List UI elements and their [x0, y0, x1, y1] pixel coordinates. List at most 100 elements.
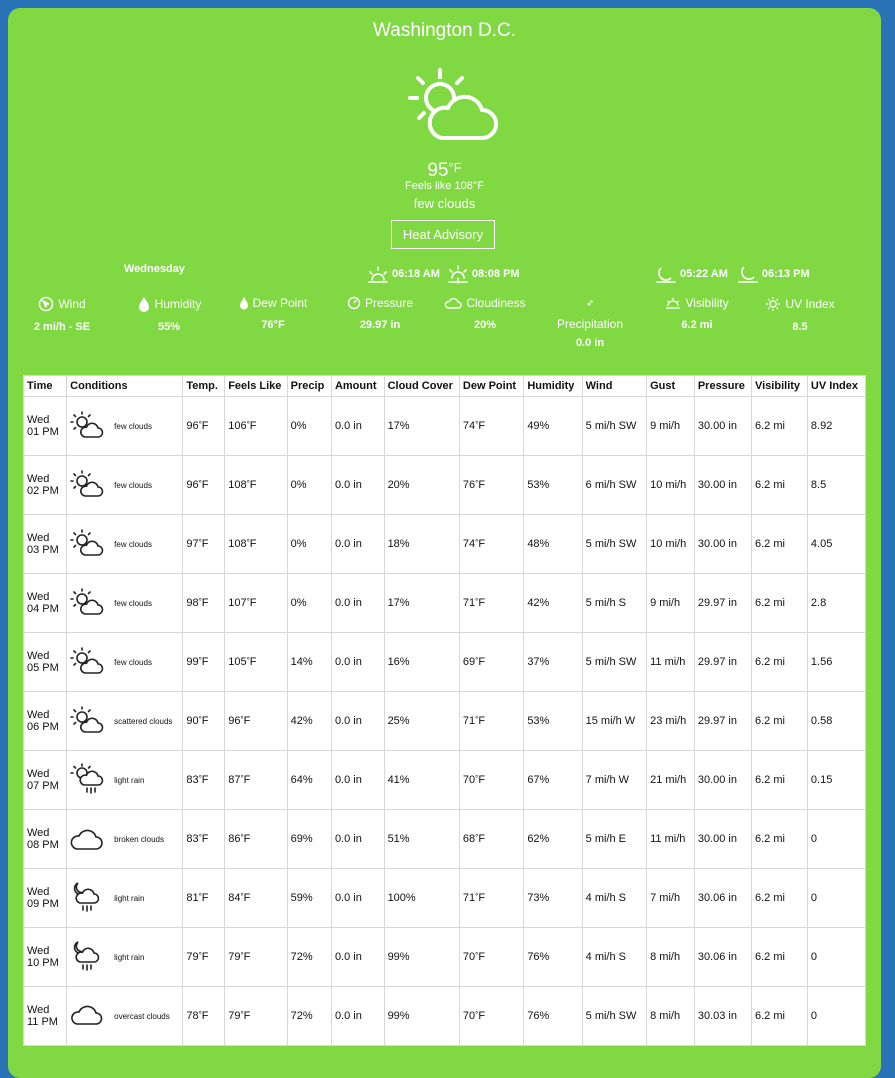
visibility-cell: 6.2 mi [751, 750, 808, 810]
wind-cell: 15 mi/h W [581, 691, 648, 751]
humidity-cell: 53% [523, 691, 583, 751]
stat-cloudiness: Cloudiness 20% [440, 296, 530, 331]
dew-point-cell: 76°F [458, 455, 525, 515]
temp-cell: 96°F [182, 455, 226, 515]
dew-point-cell: 74°F [458, 396, 525, 456]
temp-cell: 83°F [182, 809, 226, 869]
header-amount: Amount [330, 375, 385, 397]
feels-like-cell: 108°F [224, 455, 288, 515]
time-cell: Wed 07 PM [22, 750, 68, 810]
humidity-cell: 73% [523, 868, 583, 928]
stat-pressure: Pressure 29.97 in [340, 296, 420, 331]
heat-advisory-button[interactable]: Heat Advisory [391, 220, 495, 249]
humidity-cell: 53% [523, 455, 583, 515]
precip-cell: 14% [286, 632, 332, 692]
table-row: Wed 04 PM few clouds 98°F 107°F 0% 0.0 in 17% 71… [22, 573, 867, 633]
pressure-cell: 30.00 in [693, 396, 753, 456]
amount-cell: 0.0 in [330, 514, 385, 574]
table-row: Wed 09 PM light rain 81°F 84°F 59% 0.0 in 100% 7… [22, 868, 867, 928]
precip-cell: 0% [286, 514, 332, 574]
partly-cloudy-icon [70, 411, 104, 441]
visibility-cell: 6.2 mi [751, 514, 808, 574]
wind-cell: 5 mi/h SW [581, 632, 648, 692]
pressure-cell: 30.00 in [693, 455, 753, 515]
stat-precipitation: Precipitation 0.0 in [548, 296, 632, 349]
stat-visibility: Visibility 6.2 mi [656, 296, 738, 331]
gust-cell: 8 mi/h [646, 927, 695, 987]
table-row: Wed 01 PM few clouds 96°F 106°F 0% 0.0 in 17% 74… [22, 396, 867, 456]
cloud-cover-cell: 20% [383, 455, 460, 515]
precip-cell: 72% [286, 986, 332, 1046]
moon-rain-icon [70, 940, 104, 974]
conditions-cell: overcast clouds [66, 986, 184, 1046]
time-cell: Wed 09 PM [22, 868, 68, 928]
table-header-row: Time Conditions Temp. Feels Like Precip Amoun… [22, 375, 867, 397]
table-row: Wed 08 PM broken clouds 83°F 86°F 69% 0.0 in 51… [22, 809, 867, 869]
wind-cell: 6 mi/h SW [581, 455, 648, 515]
cloud-icon [70, 824, 104, 854]
droplet-icon [239, 297, 248, 310]
table-row: Wed 10 PM light rain 79°F 79°F 72% 0.0 in 99% 70… [22, 927, 867, 987]
wind-cell: 7 mi/h W [581, 750, 648, 810]
time-cell: Wed 10 PM [22, 927, 68, 987]
uv-index-cell: 0 [806, 986, 867, 1046]
visibility-cell: 6.2 mi [751, 632, 808, 692]
precip-cell: 64% [286, 750, 332, 810]
day-name: Wednesday [124, 263, 185, 275]
amount-cell: 0.0 in [330, 396, 385, 456]
partly-cloudy-icon [70, 470, 104, 500]
feels-like-cell: 106°F [224, 396, 288, 456]
table-row: Wed 02 PM few clouds 96°F 108°F 0% 0.0 in 20% 76… [22, 455, 867, 515]
cloud-cover-cell: 17% [383, 396, 460, 456]
moon-rain-icon [70, 881, 104, 915]
cloud-cover-cell: 51% [383, 809, 460, 869]
uv-index-cell: 8.5 [806, 455, 867, 515]
sun-times: 06:18 AM 08:08 PM [367, 264, 520, 284]
sunset-time: 08:08 PM [471, 268, 520, 280]
partly-cloudy-icon [70, 706, 104, 736]
time-cell: Wed 11 PM [22, 986, 68, 1046]
pressure-cell: 30.03 in [693, 986, 753, 1046]
feels-like-cell: 96°F [224, 691, 288, 751]
conditions-cell: scattered clouds [66, 691, 184, 751]
temp-cell: 81°F [182, 868, 226, 928]
humidity-cell: 76% [523, 986, 583, 1046]
visibility-value: 6.2 mi [681, 319, 713, 331]
dew-point-cell: 70°F [458, 750, 525, 810]
precip-cell: 69% [286, 809, 332, 869]
sunset-icon [448, 265, 468, 284]
table-row: Wed 05 PM few clouds 99°F 105°F 14% 0.0 in 16% 6… [22, 632, 867, 692]
conditions-cell: few clouds [66, 455, 184, 515]
moonrise-time: 05:22 AM [680, 268, 728, 280]
conditions-cell: light rain [66, 750, 184, 810]
visibility-icon [666, 298, 681, 309]
visibility-cell: 6.2 mi [751, 809, 808, 869]
cloud-cover-cell: 99% [383, 927, 460, 987]
pressure-cell: 30.00 in [693, 514, 753, 574]
precip-cell: 42% [286, 691, 332, 751]
pressure-value: 29.97 in [359, 319, 401, 331]
precipitation-value: 0.0 in [575, 337, 605, 349]
gauge-icon [347, 296, 361, 310]
humidity-cell: 76% [523, 927, 583, 987]
hourly-forecast-table: Time Conditions Temp. Feels Like Precip Amoun… [22, 375, 867, 1046]
pressure-cell: 30.06 in [693, 868, 753, 928]
precip-cell: 0% [286, 455, 332, 515]
dew-point-cell: 71°F [458, 691, 525, 751]
gust-cell: 9 mi/h [646, 396, 695, 456]
temp-cell: 83°F [182, 750, 226, 810]
feels-like-cell: 79°F [224, 927, 288, 987]
time-cell: Wed 03 PM [22, 514, 68, 574]
partly-cloudy-day-icon [400, 62, 500, 157]
visibility-cell: 6.2 mi [751, 573, 808, 633]
uv-index-cell: 1.56 [806, 632, 867, 692]
header-conditions: Conditions [66, 375, 184, 397]
gust-cell: 11 mi/h [646, 809, 695, 869]
amount-cell: 0.0 in [330, 927, 385, 987]
gust-cell: 9 mi/h [646, 573, 695, 633]
table-row: Wed 06 PM scattered clouds 90°F 96°F 42% 0.0 i… [22, 691, 867, 751]
moonset-icon [738, 266, 758, 283]
time-cell: Wed 05 PM [22, 632, 68, 692]
visibility-cell: 6.2 mi [751, 868, 808, 928]
moonrise-icon [656, 267, 676, 283]
